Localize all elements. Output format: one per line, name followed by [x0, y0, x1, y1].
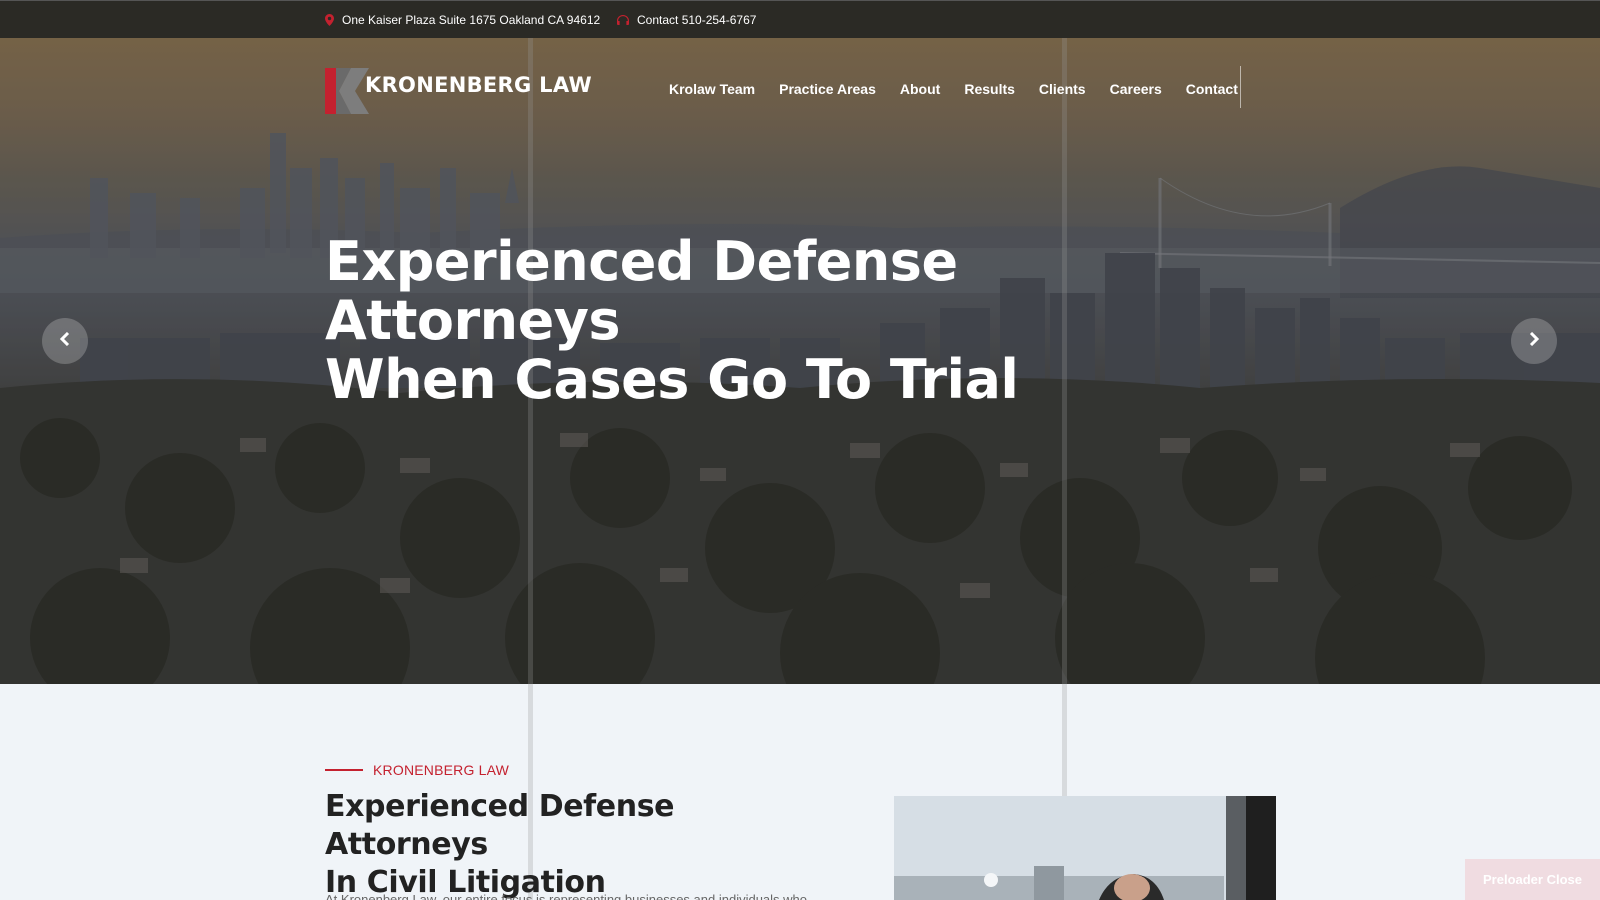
slider-prev-button[interactable]: [42, 318, 88, 364]
map-pin-icon: [325, 14, 334, 26]
chevron-left-icon: [59, 331, 70, 351]
preloader-close-label[interactable]: Preloader Close: [1483, 872, 1582, 887]
contact-text[interactable]: Contact 510-254-6767: [637, 13, 756, 27]
nav-divider: [1240, 66, 1241, 108]
hero-title: Experienced Defense Attorneys When Cases…: [325, 232, 1225, 409]
headset-icon: [617, 14, 629, 26]
nav-item-about[interactable]: About: [900, 81, 940, 97]
section-body-text: At Kronenberg Law, our entire focus is r…: [325, 892, 808, 900]
slider-next-button[interactable]: [1511, 318, 1557, 364]
section-title-line-1: Experienced Defense Attorneys: [325, 789, 675, 862]
logo-text: KRONENBERG LAW: [365, 73, 592, 97]
hero-title-line-2: When Cases Go To Trial: [325, 348, 1019, 411]
attorney-photo: [894, 796, 1276, 900]
nav-item-contact[interactable]: Contact: [1186, 81, 1238, 97]
nav-item-krolaw-team[interactable]: Krolaw Team: [669, 81, 755, 97]
nav-item-results[interactable]: Results: [964, 81, 1015, 97]
logo-k-mark: [325, 68, 371, 114]
main-nav: Krolaw Team Practice Areas About Results…: [669, 81, 1262, 97]
hero-title-line-1: Experienced Defense Attorneys: [325, 230, 958, 352]
eyebrow-line: [325, 769, 363, 771]
eyebrow-text: KRONENBERG LAW: [373, 762, 510, 778]
section-eyebrow: KRONENBERG LAW: [325, 762, 509, 778]
chevron-right-icon: [1529, 331, 1540, 351]
nav-item-clients[interactable]: Clients: [1039, 81, 1086, 97]
site-logo[interactable]: KRONENBERG LAW: [325, 67, 592, 115]
contact-info[interactable]: Contact 510-254-6767: [617, 13, 756, 27]
nav-item-careers[interactable]: Careers: [1110, 81, 1162, 97]
preloader-close-button[interactable]: Preloader Close: [1465, 859, 1600, 900]
section-title: Experienced Defense Attorneys In Civil L…: [325, 788, 845, 900]
address-text: One Kaiser Plaza Suite 1675 Oakland CA 9…: [342, 13, 601, 27]
top-bar: One Kaiser Plaza Suite 1675 Oakland CA 9…: [0, 0, 1600, 38]
nav-item-practice-areas[interactable]: Practice Areas: [779, 81, 876, 97]
address-info: One Kaiser Plaza Suite 1675 Oakland CA 9…: [325, 13, 600, 27]
